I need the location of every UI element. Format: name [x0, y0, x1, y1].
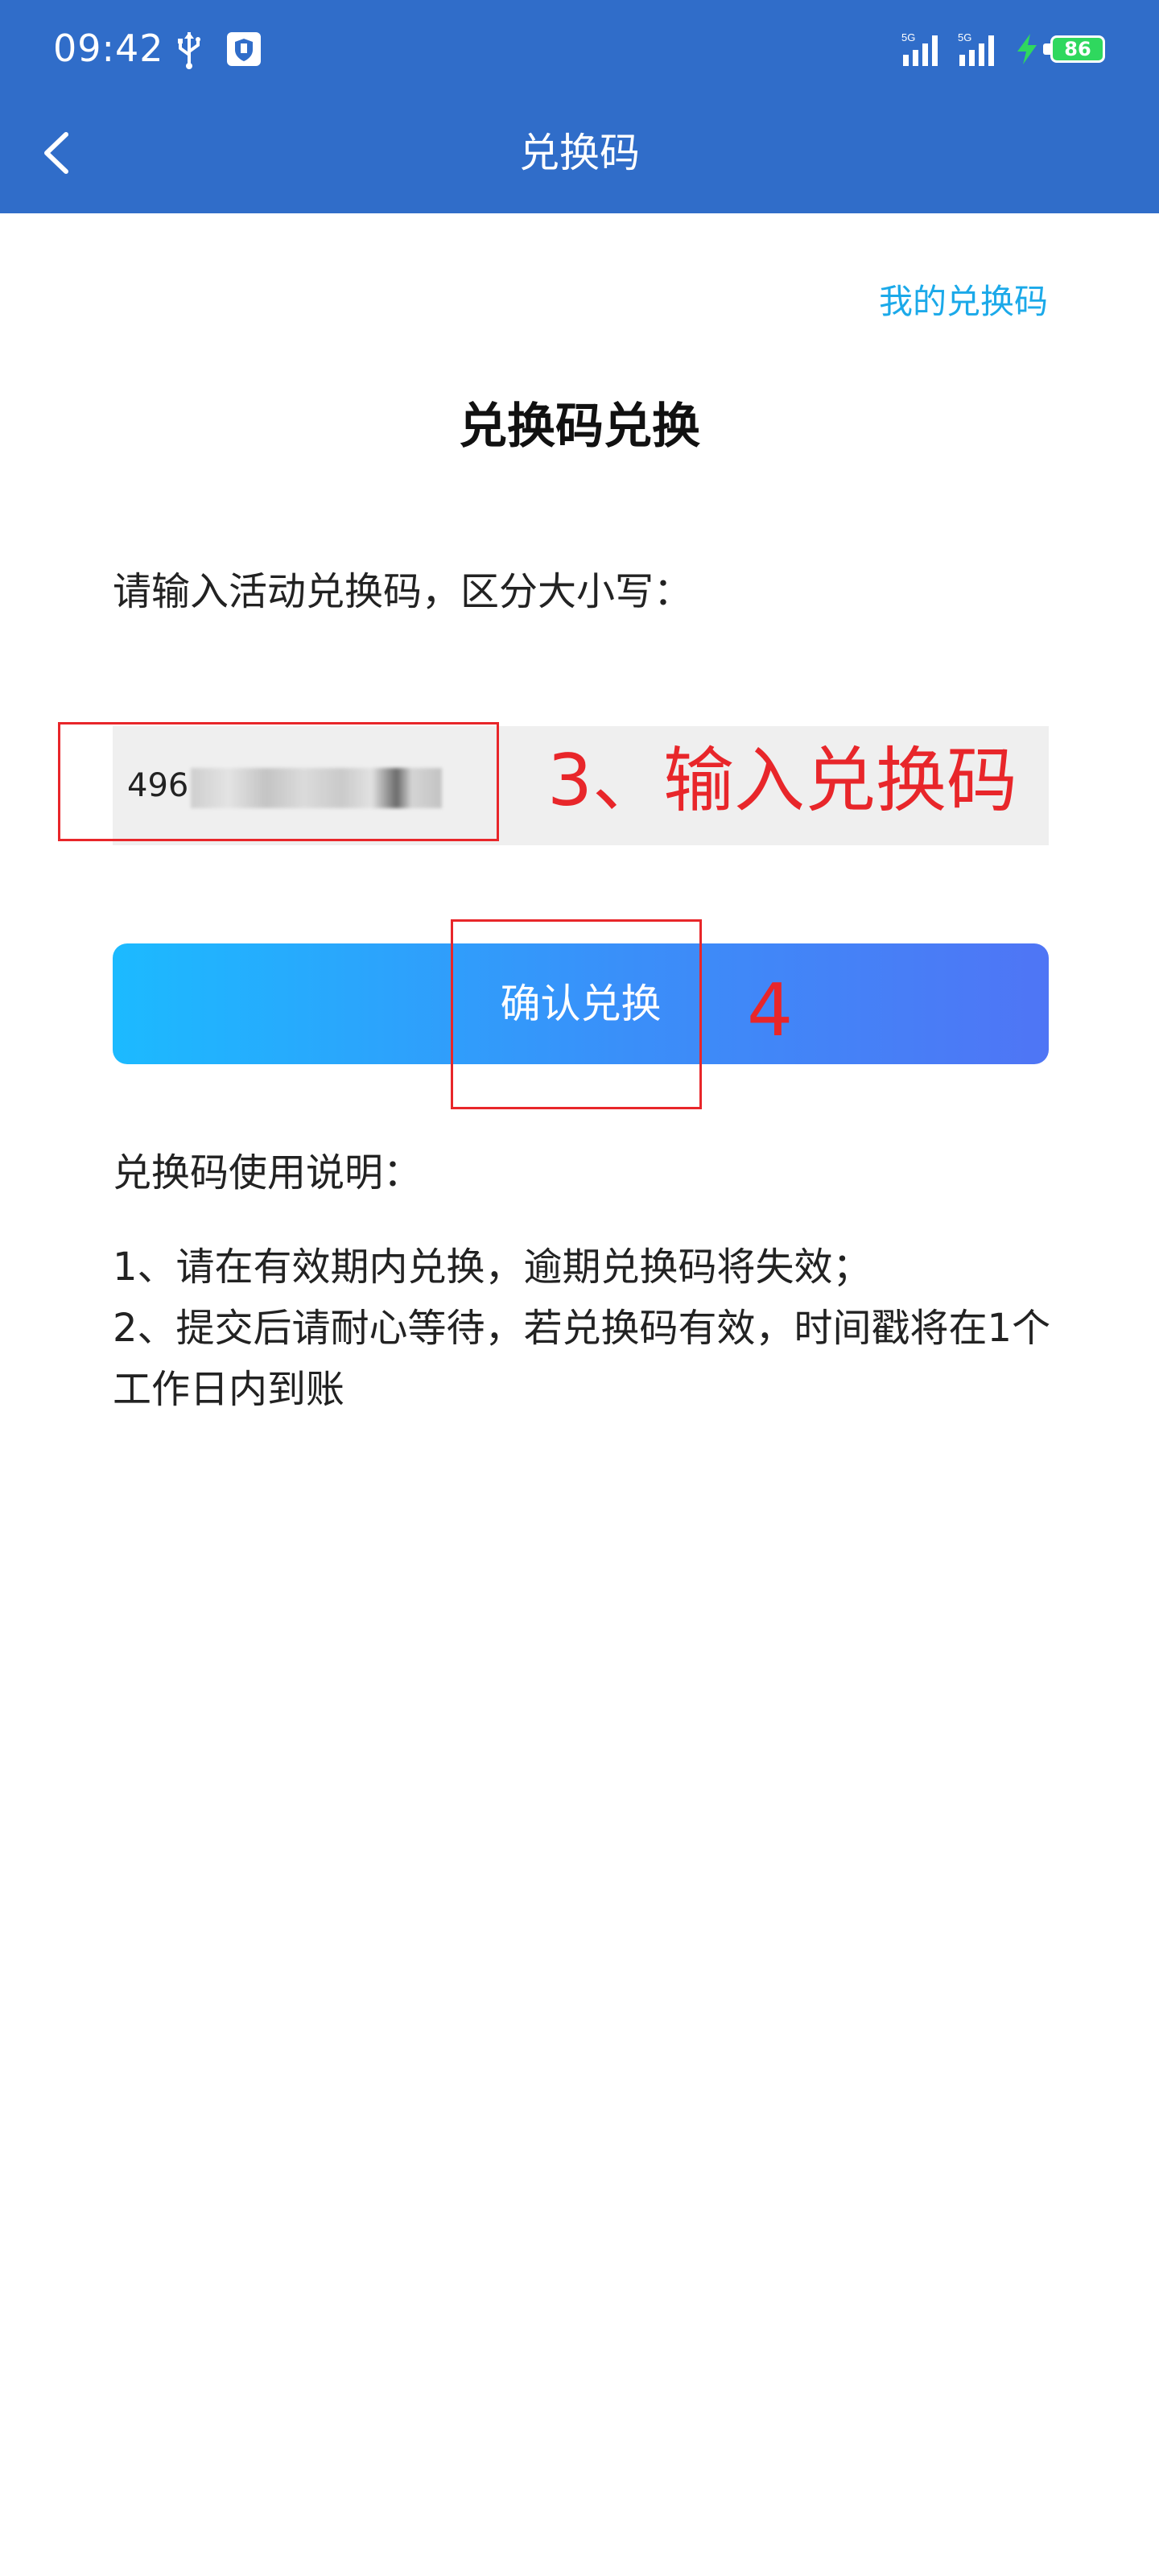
signal-icon: 5G: [901, 31, 938, 66]
annotation-box-input: [58, 722, 499, 841]
charging-icon: [1017, 34, 1037, 64]
battery-icon: 86: [1050, 35, 1105, 63]
input-prompt: 请输入活动兑换码，区分大小写：: [113, 569, 693, 614]
signal-label: 5G: [901, 31, 915, 43]
usage-item: 2、提交后请耐心等待，若兑换码有效，时间戳将在1个工作日内到账: [113, 1306, 1051, 1412]
usb-icon: [178, 32, 200, 69]
signal-label: 5G: [958, 31, 971, 43]
usage-item: 1、请在有效期内兑换，逾期兑换码将失效；: [113, 1245, 872, 1290]
status-bar: 09:42 5G 5G 86: [0, 0, 1159, 101]
page-title: 兑换码: [519, 130, 640, 176]
app-header: 09:42 5G 5G 86 兑换码: [0, 0, 1159, 213]
usage-list: 1、请在有效期内兑换，逾期兑换码将失效； 2、提交后请耐心等待，若兑换码有效，时…: [113, 1236, 1062, 1420]
shield-icon: [227, 32, 261, 66]
signal-icon: 5G: [958, 31, 994, 66]
section-title: 兑换码兑换: [459, 398, 700, 455]
usage-title: 兑换码使用说明：: [113, 1150, 423, 1195]
my-codes-link[interactable]: 我的兑换码: [879, 278, 1048, 326]
chevron-left-icon: [44, 132, 68, 174]
annotation-box-button: [451, 919, 702, 1109]
battery-cap: [1043, 43, 1050, 55]
annotation-step3: 3、输入兑换码: [547, 739, 1017, 822]
back-button[interactable]: [24, 117, 89, 189]
status-time: 09:42: [53, 27, 164, 70]
annotation-step4: 4: [747, 968, 794, 1053]
